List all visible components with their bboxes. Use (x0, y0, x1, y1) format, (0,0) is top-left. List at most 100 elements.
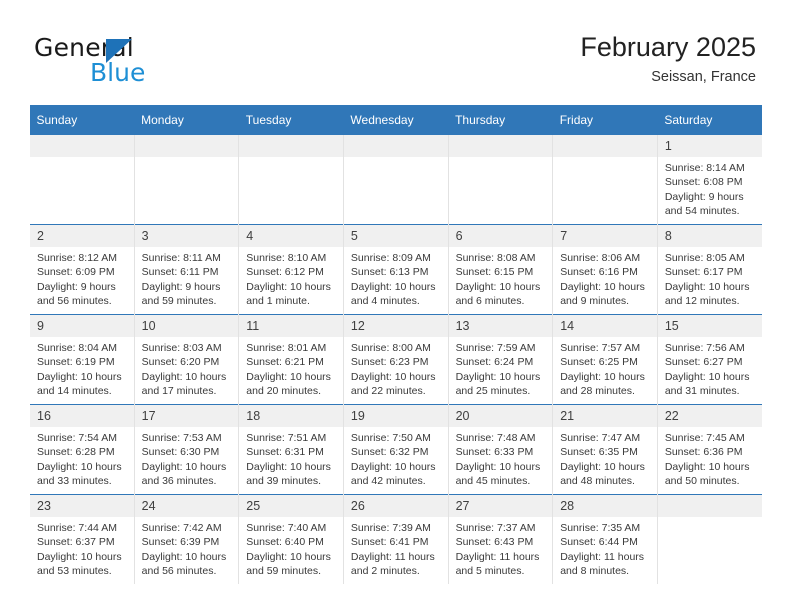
calendar-day-cell[interactable]: 12 Sunrise: 8:00 AM Sunset: 6:23 PM Dayligh… (342, 314, 449, 405)
calendar-day-cell[interactable]: 18 Sunrise: 7:51 AM Sunset: 6:31 PM Dayligh… (238, 404, 344, 495)
calendar-cell-empty (552, 135, 658, 225)
sunrise-text: Sunrise: 7:50 AM (350, 432, 431, 444)
day-number: 5 (343, 225, 448, 247)
day-details: Sunrise: 7:45 AM Sunset: 6:36 PM Daylight:… (658, 427, 762, 489)
day-details: Sunrise: 7:47 AM Sunset: 6:35 PM Daylight:… (553, 427, 657, 489)
day-number: 23 (30, 495, 134, 517)
day-number: 17 (134, 405, 239, 427)
calendar-day-cell[interactable]: 14 Sunrise: 7:57 AM Sunset: 6:25 PM Dayligh… (552, 314, 658, 405)
day-details: Sunrise: 8:10 AM Sunset: 6:12 PM Daylight:… (239, 247, 343, 309)
calendar-day-cell[interactable]: 4 Sunrise: 8:10 AM Sunset: 6:12 PM Daylight… (238, 224, 344, 315)
sunset-text: Sunset: 6:40 PM (246, 536, 324, 549)
daylight-text: Daylight: 10 hours and 12 minutes. (664, 280, 750, 308)
day-details: Sunrise: 7:40 AM Sunset: 6:40 PM Daylight:… (239, 517, 343, 579)
day-details: Sunrise: 8:08 AM Sunset: 6:15 PM Daylight:… (449, 247, 553, 309)
day-number: 24 (134, 495, 239, 517)
calendar-body: 1 Sunrise: 8:14 AM Sunset: 6:08 PM Daylight… (29, 135, 762, 584)
day-details: Sunrise: 7:48 AM Sunset: 6:33 PM Daylight:… (449, 427, 553, 489)
day-details: Sunrise: 7:57 AM Sunset: 6:25 PM Daylight:… (553, 337, 657, 399)
daylight-text: Daylight: 11 hours and 2 minutes. (350, 550, 435, 578)
calendar-day-cell[interactable]: 28 Sunrise: 7:35 AM Sunset: 6:44 PM Dayligh… (552, 494, 658, 584)
day-details: Sunrise: 7:44 AM Sunset: 6:37 PM Daylight:… (30, 517, 134, 579)
general-blue-logo[interactable]: General Blue (34, 34, 254, 90)
sunrise-text: Sunrise: 8:12 AM (37, 252, 117, 264)
day-number: 19 (343, 405, 448, 427)
day-details: Sunrise: 8:05 AM Sunset: 6:17 PM Daylight:… (658, 247, 762, 309)
day-details: Sunrise: 7:59 AM Sunset: 6:24 PM Daylight:… (449, 337, 553, 399)
sunrise-text: Sunrise: 8:09 AM (350, 252, 431, 264)
daylight-text: Daylight: 10 hours and 36 minutes. (141, 460, 227, 488)
calendar-day-cell[interactable]: 16 Sunrise: 7:54 AM Sunset: 6:28 PM Dayligh… (29, 404, 135, 495)
sunrise-text: Sunrise: 7:44 AM (37, 522, 117, 534)
calendar-day-cell[interactable]: 7 Sunrise: 8:06 AM Sunset: 6:16 PM Daylight… (552, 224, 658, 315)
sunset-text: Sunset: 6:13 PM (350, 266, 429, 279)
calendar-cell-empty (30, 135, 135, 225)
sunset-text: Sunset: 6:33 PM (455, 446, 534, 459)
calendar-day-cell[interactable]: 20 Sunrise: 7:48 AM Sunset: 6:33 PM Dayligh… (447, 404, 553, 495)
daylight-text: Daylight: 9 hours and 54 minutes. (664, 190, 744, 218)
sunset-text: Sunset: 6:44 PM (560, 536, 638, 549)
daylight-text: Daylight: 10 hours and 56 minutes. (141, 550, 227, 578)
day-number: 15 (657, 315, 762, 337)
calendar-day-cell[interactable]: 17 Sunrise: 7:53 AM Sunset: 6:30 PM Dayligh… (133, 404, 239, 495)
daylight-text: Daylight: 10 hours and 45 minutes. (455, 460, 541, 488)
sunrise-text: Sunrise: 7:48 AM (455, 432, 536, 444)
day-number: 12 (343, 315, 448, 337)
calendar-day-cell[interactable]: 19 Sunrise: 7:50 AM Sunset: 6:32 PM Dayligh… (342, 404, 449, 495)
sunrise-text: Sunrise: 7:47 AM (560, 432, 641, 444)
calendar-day-cell[interactable]: 3 Sunrise: 8:11 AM Sunset: 6:11 PM Daylight… (133, 224, 239, 315)
day-number (448, 135, 553, 157)
calendar-day-cell[interactable]: 15 Sunrise: 7:56 AM Sunset: 6:27 PM Dayligh… (656, 314, 762, 405)
day-number: 18 (239, 405, 343, 427)
day-details: Sunrise: 7:39 AM Sunset: 6:41 PM Daylight:… (344, 517, 448, 579)
day-number: 28 (553, 495, 657, 517)
daylight-text: Daylight: 10 hours and 6 minutes. (455, 280, 541, 308)
sunset-text: Sunset: 6:12 PM (246, 266, 324, 279)
sunrise-text: Sunrise: 7:45 AM (664, 432, 745, 444)
calendar-day-cell[interactable]: 2 Sunrise: 8:12 AM Sunset: 6:09 PM Daylight… (29, 224, 135, 315)
calendar-day-cell[interactable]: 9 Sunrise: 8:04 AM Sunset: 6:19 PM Daylight… (29, 314, 135, 405)
sunset-text: Sunset: 6:32 PM (350, 446, 429, 459)
logo-text-blue: Blue (90, 58, 146, 87)
calendar-day-cell[interactable]: 1 Sunrise: 8:14 AM Sunset: 6:08 PM Daylight… (656, 135, 762, 225)
page-header: General Blue February 2025 Seissan, Fran… (0, 0, 792, 104)
calendar-table: Sunday Monday Tuesday Wednesday Thursday Frid… (29, 105, 762, 584)
daylight-text: Daylight: 10 hours and 22 minutes. (350, 370, 436, 398)
calendar-day-cell[interactable]: 11 Sunrise: 8:01 AM Sunset: 6:21 PM Dayligh… (238, 314, 344, 405)
day-details: Sunrise: 8:14 AM Sunset: 6:08 PM Daylight:… (658, 157, 762, 219)
day-number (134, 135, 239, 157)
sunrise-text: Sunrise: 7:57 AM (560, 342, 641, 354)
calendar-day-cell[interactable]: 24 Sunrise: 7:42 AM Sunset: 6:39 PM Dayligh… (133, 494, 239, 584)
calendar-day-cell[interactable]: 21 Sunrise: 7:47 AM Sunset: 6:35 PM Dayligh… (552, 404, 658, 495)
calendar-day-cell[interactable]: 26 Sunrise: 7:39 AM Sunset: 6:41 PM Dayligh… (342, 494, 449, 584)
calendar-day-cell[interactable]: 25 Sunrise: 7:40 AM Sunset: 6:40 PM Dayligh… (238, 494, 344, 584)
daylight-text: Daylight: 10 hours and 17 minutes. (141, 370, 227, 398)
sunrise-text: Sunrise: 7:42 AM (141, 522, 222, 534)
calendar-week-row: 23 Sunrise: 7:44 AM Sunset: 6:37 PM Dayligh… (29, 494, 762, 584)
day-number: 1 (657, 135, 762, 157)
day-details: Sunrise: 7:54 AM Sunset: 6:28 PM Daylight:… (30, 427, 134, 489)
calendar-day-cell[interactable]: 22 Sunrise: 7:45 AM Sunset: 6:36 PM Dayligh… (656, 404, 762, 495)
day-number: 14 (553, 315, 657, 337)
daylight-text: Daylight: 10 hours and 39 minutes. (246, 460, 331, 488)
calendar-day-cell[interactable]: 5 Sunrise: 8:09 AM Sunset: 6:13 PM Daylight… (342, 224, 449, 315)
calendar-day-cell[interactable]: 6 Sunrise: 8:08 AM Sunset: 6:15 PM Daylight… (447, 224, 553, 315)
sunset-text: Sunset: 6:39 PM (141, 536, 220, 549)
calendar-day-cell[interactable]: 23 Sunrise: 7:44 AM Sunset: 6:37 PM Dayligh… (29, 494, 135, 584)
weekday-header-wednesday: Wednesday (343, 105, 449, 135)
calendar-day-cell[interactable]: 27 Sunrise: 7:37 AM Sunset: 6:43 PM Dayligh… (447, 494, 553, 584)
calendar-day-cell[interactable]: 10 Sunrise: 8:03 AM Sunset: 6:20 PM Dayligh… (133, 314, 239, 405)
calendar-day-cell[interactable]: 13 Sunrise: 7:59 AM Sunset: 6:24 PM Dayligh… (447, 314, 553, 405)
daylight-text: Daylight: 10 hours and 42 minutes. (350, 460, 436, 488)
daylight-text: Daylight: 10 hours and 53 minutes. (37, 550, 122, 578)
calendar-grid: Sunday Monday Tuesday Wednesday Thursday Frid… (29, 105, 762, 584)
day-details: Sunrise: 7:56 AM Sunset: 6:27 PM Daylight:… (658, 337, 762, 399)
day-details: Sunrise: 7:35 AM Sunset: 6:44 PM Daylight:… (553, 517, 657, 579)
weekday-header-sunday: Sunday (29, 105, 135, 135)
daylight-text: Daylight: 10 hours and 50 minutes. (664, 460, 750, 488)
calendar-day-cell[interactable]: 8 Sunrise: 8:05 AM Sunset: 6:17 PM Daylight… (656, 224, 762, 315)
sunset-text: Sunset: 6:17 PM (664, 266, 743, 279)
calendar-week-row: 1 Sunrise: 8:14 AM Sunset: 6:08 PM Daylight… (30, 135, 762, 225)
day-number: 20 (448, 405, 553, 427)
day-number: 25 (239, 495, 343, 517)
